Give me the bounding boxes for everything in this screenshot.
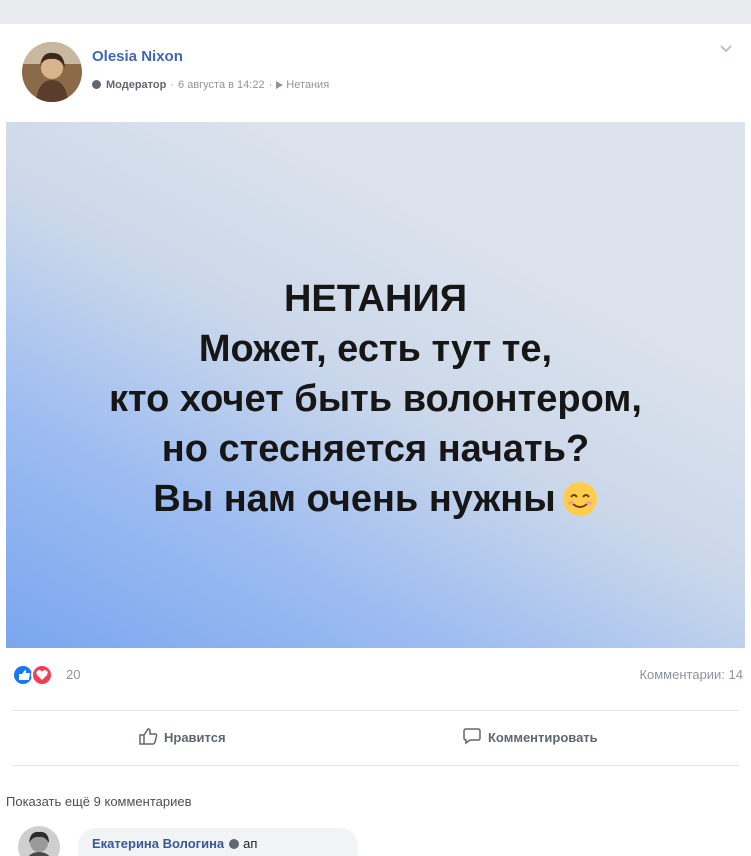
options-chevron-icon[interactable] [717,44,735,58]
image-line-2: Может, есть тут те, [198,328,553,370]
image-line-5: Вы нам очень нужны [6,478,745,520]
moderator-shield-icon [92,80,101,89]
more-comments-link[interactable]: Показать ещё 9 комментариев [6,794,192,809]
comment-bubble-icon [462,726,482,749]
comments-count[interactable]: Комментарии: 14 [639,667,743,682]
reactions-bar: 20 Комментарии: 14 [0,648,751,702]
comment-button[interactable]: Комментировать [462,726,598,750]
post-time[interactable]: 6 августа в 14:22 [178,79,265,91]
image-title: НЕТАНИЯ [283,278,468,320]
post-image[interactable]: НЕТАНИЯ Может, есть тут те, кто хочет бы… [6,122,745,648]
actions-bar: Нравится Комментировать [12,710,739,766]
reaction-count[interactable]: 20 [66,667,80,682]
love-reaction-icon [31,664,53,686]
comment-label: Комментировать [488,730,598,745]
author-role: Модератор [106,79,167,91]
post-card: Olesia Nixon Модератор · 6 августа в 14:22… [0,24,751,856]
like-label: Нравится [164,730,226,745]
image-line-3: кто хочет быть волонтером, [109,378,642,420]
thumbs-up-icon [138,726,158,749]
reaction-icons[interactable] [12,664,62,686]
author-avatar[interactable] [22,42,82,102]
image-line-4: но стесняется начать? [161,428,590,470]
commenter-avatar[interactable] [18,826,60,856]
smiling-emoji-icon [562,481,598,517]
page: Olesia Nixon Модератор · 6 августа в 14:22… [0,0,751,856]
author-name[interactable]: Olesia Nixon [92,48,183,65]
image-line-5-text: Вы нам очень нужны [153,478,556,520]
comment: Екатерина Вологина ап [0,822,751,856]
like-button[interactable]: Нравится [138,726,226,750]
moderator-badge-icon [229,839,240,849]
post-meta: Модератор · 6 августа в 14:22 · Нетания [92,79,329,91]
commenter-name[interactable]: Екатерина Вологина [92,836,224,851]
comment-content: Екатерина Вологина ап [92,836,257,851]
comment-text: ап [243,836,258,851]
post-group[interactable]: Нетания [286,79,329,91]
post-header: Olesia Nixon Модератор · 6 августа в 14:22… [0,24,751,122]
group-arrow-icon [276,81,284,89]
like-reaction-icon [12,664,34,686]
